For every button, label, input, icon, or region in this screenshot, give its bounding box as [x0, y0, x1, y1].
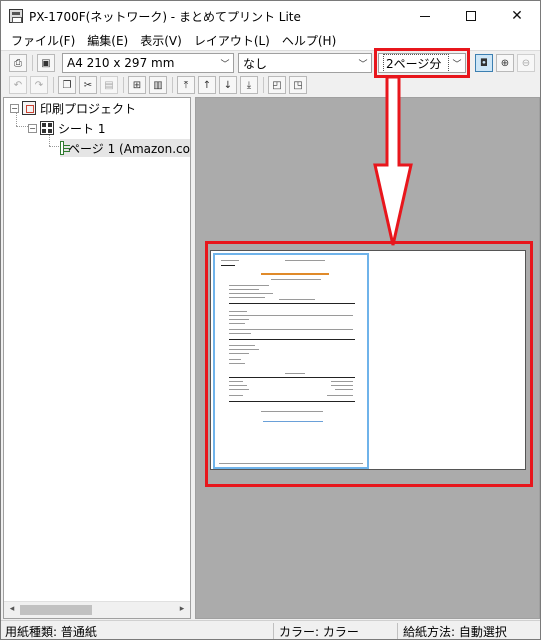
window-title: PX-1700F(ネットワーク) - まとめてプリント Lite	[29, 9, 301, 24]
undo-icon: ↶	[13, 79, 23, 91]
delete-button[interactable]: ▥	[149, 76, 167, 94]
toolbar-separator	[123, 77, 124, 93]
print-settings-button[interactable]: ▣	[37, 54, 55, 72]
move-top-button[interactable]: ⤒	[177, 76, 195, 94]
minimize-button[interactable]	[402, 1, 448, 31]
minimize-icon	[420, 15, 430, 17]
printer-app-icon	[9, 9, 23, 23]
scrollbar-thumb[interactable]	[20, 605, 92, 615]
move-bottom-icon: ⤓	[246, 79, 252, 91]
print-icon: ⎙	[14, 57, 22, 69]
menu-view[interactable]: 表示(V)	[134, 32, 188, 49]
move-down-icon: ↓	[223, 79, 233, 91]
undo-button[interactable]: ↶	[9, 76, 27, 94]
chevron-down-icon: ﹀	[220, 59, 230, 70]
toolbar-separator	[172, 77, 173, 93]
zoom-in-button[interactable]: ⊕	[496, 54, 514, 72]
move-up-button[interactable]: ↑	[198, 76, 216, 94]
tree-item-page[interactable]: ページ 1 (Amazon.co	[60, 139, 190, 157]
fit-page-icon: ◘	[480, 57, 488, 69]
cut-button[interactable]: ✂	[79, 76, 97, 94]
fit-page-button[interactable]: ◘	[475, 54, 493, 72]
toolbar-separator	[263, 77, 264, 93]
new-sheet-icon: ⊞	[132, 79, 142, 91]
menu-layout[interactable]: レイアウト(L)	[188, 32, 276, 49]
move-down-button[interactable]: ↓	[219, 76, 237, 94]
redo-button[interactable]: ↷	[30, 76, 48, 94]
paper-type-status: 用紙種類: 普通紙	[5, 624, 97, 639]
tree-item-project[interactable]: − 印刷プロジェクト	[10, 99, 136, 117]
menu-help[interactable]: ヘルプ(H)	[276, 32, 342, 49]
print-button[interactable]: ⎙	[9, 54, 27, 72]
tree-item-label: 印刷プロジェクト	[40, 101, 137, 116]
paper-feed-status: 給紙方法: 自動選択	[403, 624, 507, 639]
scroll-right-icon[interactable]: ▸	[176, 604, 188, 616]
pages-per-sheet-highlight	[374, 48, 470, 78]
delete-icon: ▥	[153, 79, 163, 91]
zoom-out-button[interactable]: ⊖	[517, 54, 535, 72]
paper-size-select[interactable]: A4 210 x 297 mm ﹀	[62, 53, 234, 73]
toolbar-separator	[53, 77, 54, 93]
zoom-out-icon: ⊖	[521, 57, 531, 69]
move-bottom-button[interactable]: ⤓	[240, 76, 258, 94]
layout-option-select[interactable]: なし ﹀	[238, 53, 372, 73]
page-next-button[interactable]: ◳	[289, 76, 307, 94]
maximize-icon	[466, 11, 476, 21]
tree-horizontal-scrollbar[interactable]: ◂ ▸	[4, 601, 190, 618]
layout-option-value: なし	[243, 56, 268, 71]
move-up-icon: ↑	[202, 79, 212, 91]
tree-item-label: ページ 1 (Amazon.co	[68, 141, 190, 156]
sheet-icon	[40, 121, 54, 135]
paste-button[interactable]: ▤	[100, 76, 118, 94]
status-separator	[273, 623, 274, 639]
status-separator	[397, 623, 398, 639]
page-prev-icon: ◰	[272, 79, 282, 91]
close-button[interactable]: ✕	[494, 1, 540, 31]
project-icon	[22, 101, 36, 115]
page-icon	[60, 141, 71, 155]
tree-item-label: シート 1	[58, 121, 106, 136]
copy-icon: ❐	[62, 79, 72, 91]
print-settings-icon: ▣	[41, 57, 51, 69]
redo-icon: ↷	[34, 79, 44, 91]
page-next-icon: ◳	[293, 79, 303, 91]
chevron-down-icon: ﹀	[358, 59, 368, 70]
project-tree: − 印刷プロジェクト − シート 1 ページ 1 (Amazon.co ◂ ▸	[3, 97, 191, 619]
collapse-icon[interactable]: −	[10, 103, 19, 113]
cut-icon: ✂	[83, 79, 93, 91]
annotation-arrow-shape	[373, 77, 413, 246]
maximize-button[interactable]	[448, 1, 494, 31]
zoom-in-icon: ⊕	[500, 57, 510, 69]
toolbar-separator	[32, 55, 33, 71]
title-bar: PX-1700F(ネットワーク) - まとめてプリント Lite ✕	[1, 1, 540, 31]
tree-connector	[16, 126, 28, 127]
scroll-left-icon[interactable]: ◂	[6, 604, 18, 616]
collapse-icon[interactable]: −	[28, 123, 37, 133]
status-bar: 用紙種類: 普通紙 カラー: カラー 給紙方法: 自動選択	[1, 620, 540, 639]
close-icon: ✕	[511, 8, 523, 24]
paste-icon: ▤	[104, 79, 114, 91]
app-window: PX-1700F(ネットワーク) - まとめてプリント Lite ✕ ファイル(…	[0, 0, 541, 640]
color-status: カラー: カラー	[279, 624, 359, 639]
page-prev-button[interactable]: ◰	[268, 76, 286, 94]
annotation-arrow-icon	[373, 77, 413, 246]
move-top-icon: ⤒	[183, 79, 189, 91]
sheet-preview-highlight	[205, 241, 533, 487]
copy-button[interactable]: ❐	[58, 76, 76, 94]
new-sheet-button[interactable]: ⊞	[128, 76, 146, 94]
menu-edit[interactable]: 編集(E)	[81, 32, 134, 49]
menu-file[interactable]: ファイル(F)	[5, 32, 81, 49]
paper-size-value: A4 210 x 297 mm	[67, 56, 175, 70]
tree-item-sheet[interactable]: − シート 1	[28, 119, 105, 137]
